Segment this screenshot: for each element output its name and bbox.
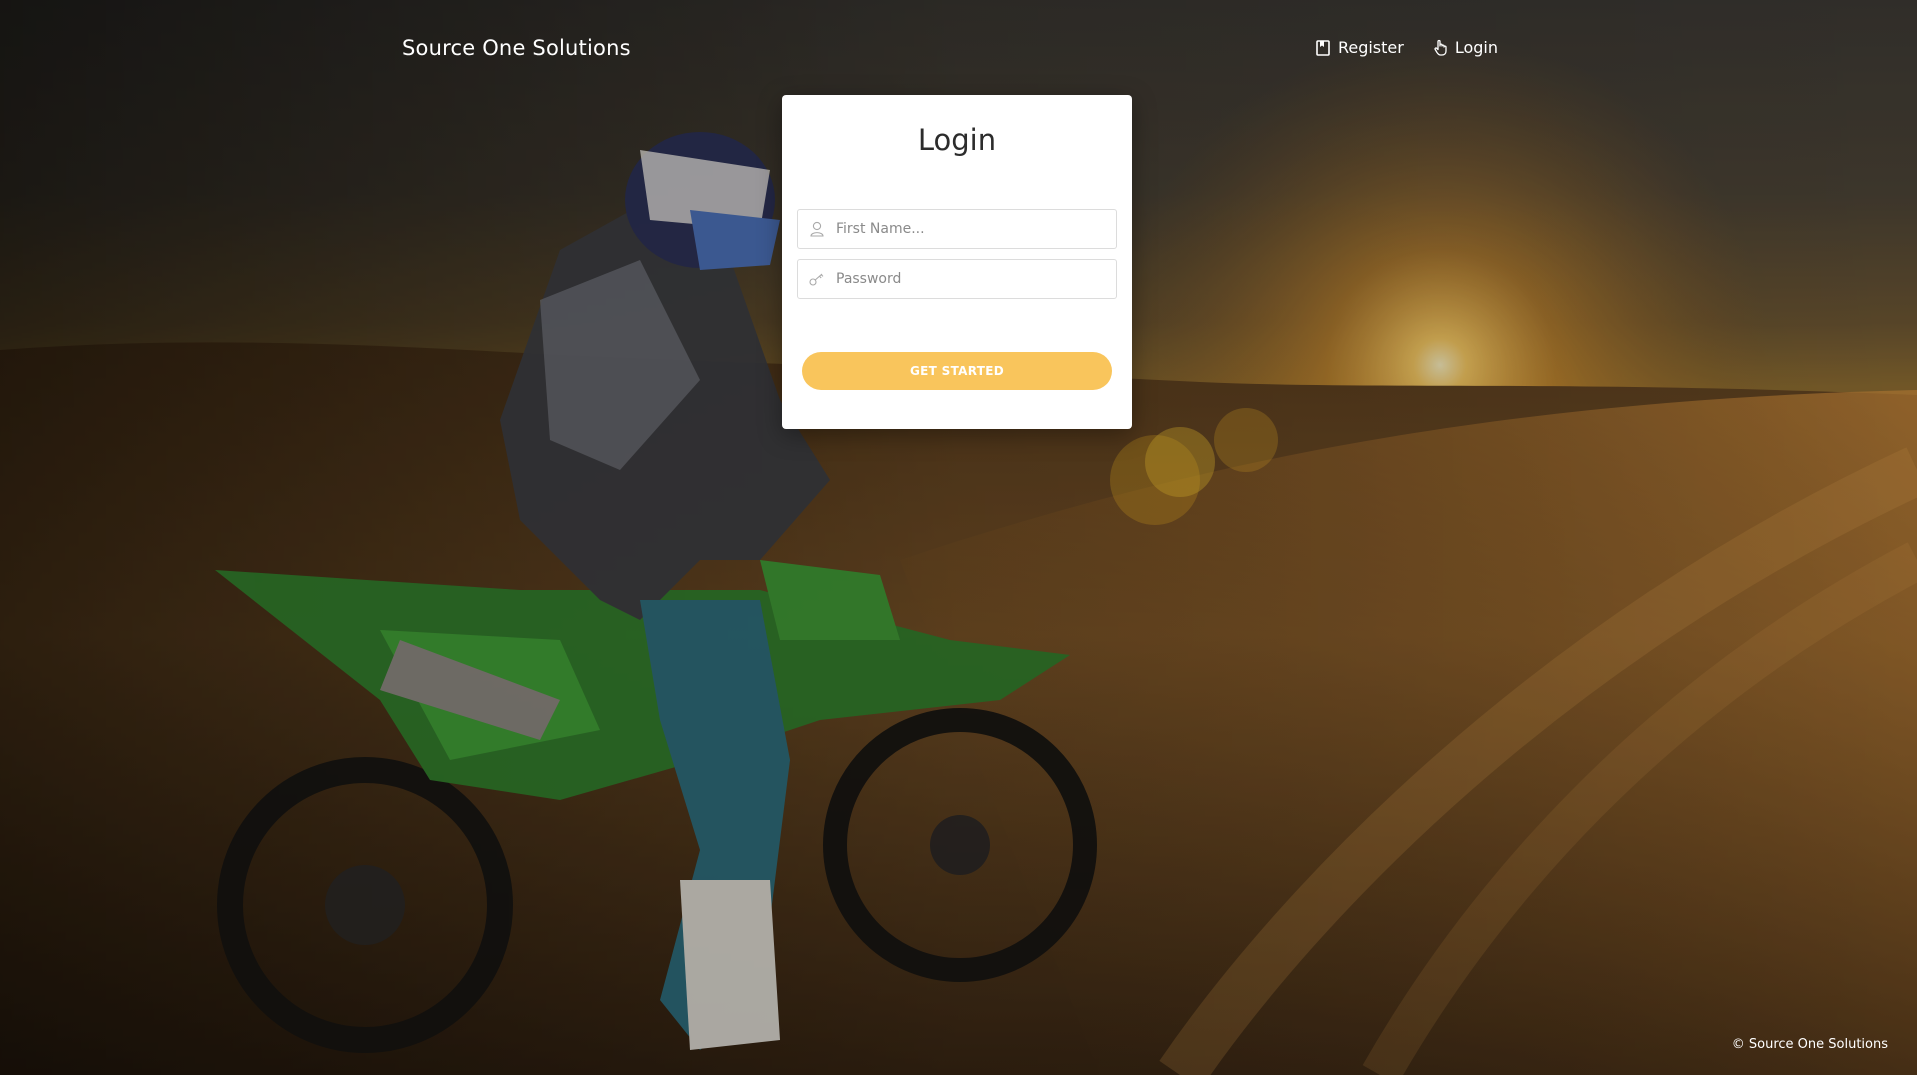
login-link[interactable]: Login: [1434, 38, 1498, 57]
user-icon: [798, 210, 836, 248]
pointer-hand-icon: [1434, 39, 1447, 56]
footer-copyright: © Source One Solutions: [1731, 1037, 1888, 1052]
get-started-button[interactable]: GET STARTED: [802, 352, 1112, 390]
brand-link[interactable]: Source One Solutions: [402, 36, 631, 60]
register-link[interactable]: Register: [1316, 38, 1404, 57]
login-page: Source One Solutions Register Login Logi…: [0, 0, 1917, 1075]
register-label: Register: [1337, 38, 1404, 57]
book-icon: [1316, 39, 1330, 56]
first-name-field: [797, 209, 1117, 249]
password-input[interactable]: [836, 261, 1106, 297]
first-name-input[interactable]: [836, 211, 1106, 247]
login-title: Login: [917, 123, 997, 157]
login-nav-label: Login: [1454, 38, 1498, 57]
top-nav: Register Login: [1316, 38, 1498, 57]
key-icon: [798, 260, 836, 298]
login-card: Login GET STARTED: [782, 95, 1132, 429]
password-field: [797, 259, 1117, 299]
